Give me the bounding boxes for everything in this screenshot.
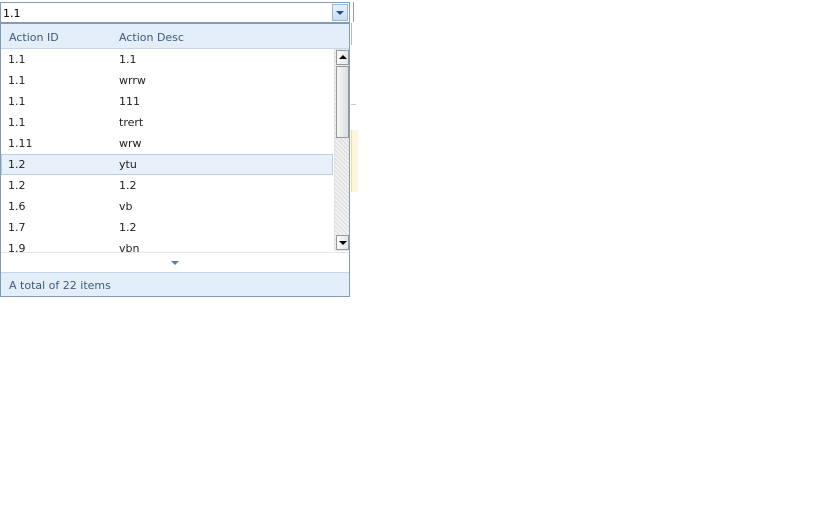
- combo-dropdown-button[interactable]: [332, 4, 348, 21]
- combo-dropdown-panel: Action ID Action Desc 1.1 1.1 1.1 wrrw 1…: [0, 23, 350, 297]
- action-desc-cell: 1.1: [119, 53, 137, 66]
- background-edge: [351, 2, 354, 22]
- column-header-action-desc[interactable]: Action Desc: [119, 31, 184, 44]
- chevron-down-icon: [171, 261, 179, 265]
- action-desc-cell: 1.2: [119, 221, 137, 234]
- list-item[interactable]: 1.1 111: [1, 91, 333, 112]
- background-divider: [351, 104, 356, 105]
- action-desc-cell: wrw: [119, 137, 142, 150]
- action-id-cell: 1.1: [8, 116, 26, 129]
- action-desc-cell: 111: [119, 95, 140, 108]
- column-header-action-id[interactable]: Action ID: [9, 31, 59, 44]
- list-item[interactable]: 1.7 1.2: [1, 217, 333, 238]
- grid-header: Action ID Action Desc: [1, 24, 349, 49]
- scroll-up-arrow-icon: [339, 55, 347, 59]
- scrollbar-thumb[interactable]: [336, 66, 349, 138]
- action-id-cell: 1.9: [8, 242, 26, 252]
- chevron-down-icon: [336, 11, 344, 15]
- action-desc-cell: wrrw: [119, 74, 146, 87]
- scroll-up-button[interactable]: [336, 50, 349, 65]
- action-id-cell: 1.1: [8, 53, 26, 66]
- action-id-cell: 1.6: [8, 200, 26, 213]
- background-edge: [351, 23, 355, 45]
- list-item[interactable]: 1.9 vbn: [1, 238, 333, 252]
- action-id-cell: 1.2: [8, 179, 26, 192]
- action-desc-cell: trert: [119, 116, 144, 129]
- list-item-selected[interactable]: 1.2 ytu: [1, 154, 333, 175]
- load-more-button[interactable]: [1, 252, 349, 272]
- action-combo-input[interactable]: 1.1: [0, 2, 350, 23]
- scroll-down-button[interactable]: [336, 235, 349, 250]
- action-id-cell: 1.2: [8, 158, 26, 171]
- vertical-scrollbar[interactable]: [334, 49, 349, 251]
- action-id-cell: 1.7: [8, 221, 26, 234]
- action-desc-cell: 1.2: [119, 179, 137, 192]
- action-id-cell: 1.1: [8, 74, 26, 87]
- list-item[interactable]: 1.1 trert: [1, 112, 333, 133]
- action-desc-cell: vbn: [119, 242, 140, 252]
- total-items-label: A total of 22 items: [9, 279, 111, 292]
- list-item[interactable]: 1.2 1.2: [1, 175, 333, 196]
- action-id-cell: 1.1: [8, 95, 26, 108]
- action-desc-cell: vb: [119, 200, 133, 213]
- grid-footer: A total of 22 items: [1, 272, 349, 296]
- list-item[interactable]: 1.6 vb: [1, 196, 333, 217]
- list-item[interactable]: 1.11 wrw: [1, 133, 333, 154]
- combo-value: 1.1: [3, 7, 21, 20]
- list-item[interactable]: 1.1 1.1: [1, 49, 333, 70]
- grid-rows: 1.1 1.1 1.1 wrrw 1.1 111 1.1 trert 1.11 …: [1, 49, 333, 252]
- action-id-cell: 1.11: [8, 137, 33, 150]
- background-panel: [351, 130, 358, 192]
- scroll-down-arrow-icon: [339, 241, 347, 245]
- action-desc-cell: ytu: [119, 158, 137, 171]
- list-item[interactable]: 1.1 wrrw: [1, 70, 333, 91]
